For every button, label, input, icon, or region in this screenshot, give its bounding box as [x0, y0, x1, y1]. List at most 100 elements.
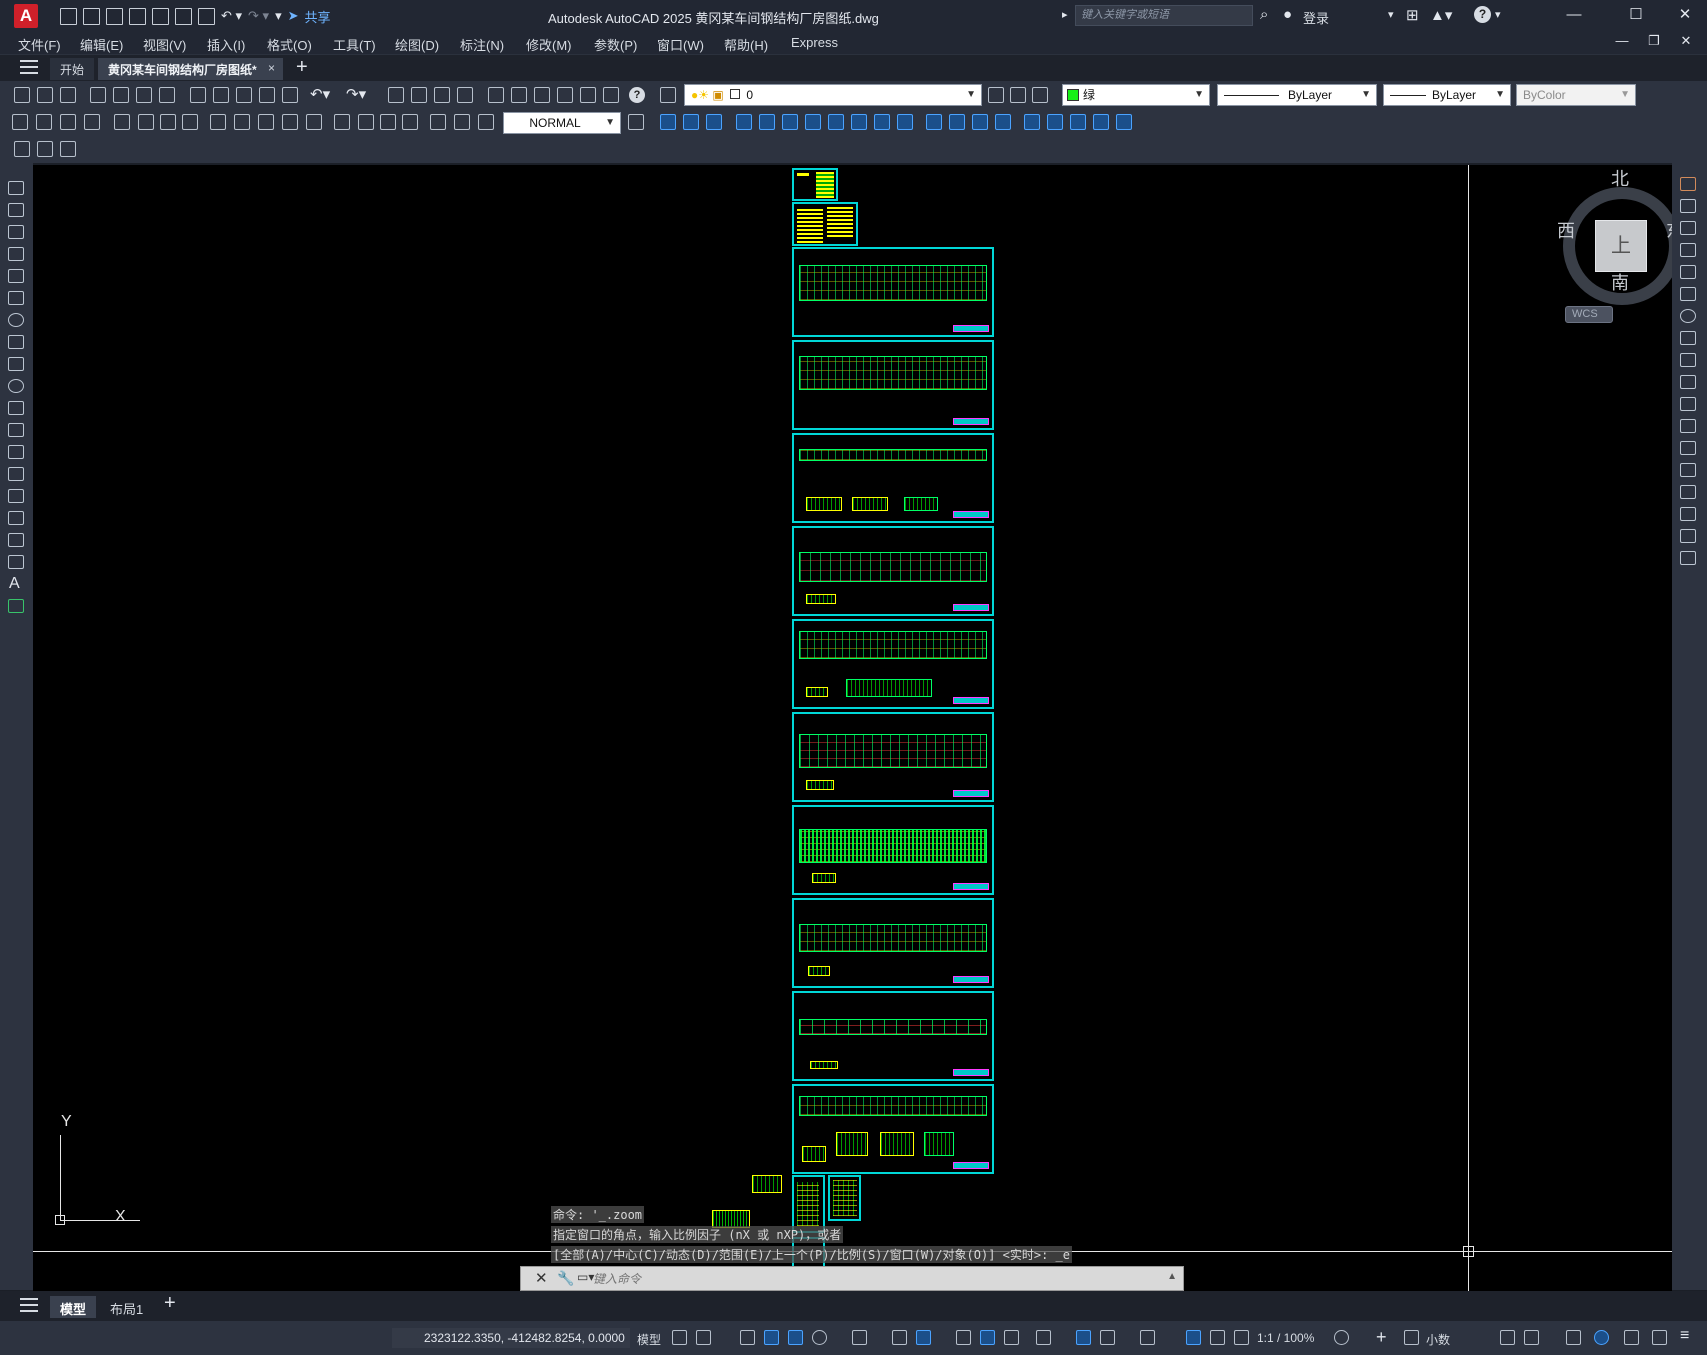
search-expand-icon[interactable]: ▸ — [1062, 8, 1068, 21]
menu-dimension[interactable]: 标注(N) — [460, 35, 504, 54]
polyline-icon[interactable] — [8, 225, 24, 239]
dimension-style-icon[interactable] — [628, 114, 644, 130]
quick-dimension-icon[interactable] — [210, 114, 226, 130]
grid-icon[interactable] — [672, 1330, 687, 1345]
tab-start[interactable]: 开始 — [50, 58, 95, 80]
linear-dimension-icon[interactable] — [12, 114, 28, 130]
erase-icon[interactable] — [1680, 177, 1696, 191]
multiline-text-icon[interactable]: A — [9, 575, 20, 593]
close-window-button[interactable]: ✕ — [1675, 6, 1695, 24]
stretch-icon[interactable] — [1680, 353, 1696, 367]
drawing-sheet[interactable] — [792, 433, 994, 523]
infer-constraints-icon[interactable] — [740, 1330, 755, 1345]
break-icon[interactable] — [1680, 441, 1696, 455]
color-dropdown[interactable]: 绿 ▼ — [1062, 84, 1210, 106]
trim-icon[interactable] — [1680, 375, 1696, 389]
fillet-icon[interactable] — [1093, 114, 1109, 130]
drawing-sheet[interactable] — [792, 991, 994, 1081]
redo-icon[interactable]: ↷ ▾ — [248, 8, 269, 24]
array-icon[interactable] — [1680, 265, 1696, 279]
rotate-icon[interactable] — [897, 114, 913, 130]
paste-icon[interactable] — [236, 87, 252, 103]
clean-screen-icon[interactable] — [1624, 1330, 1639, 1345]
point-icon[interactable] — [8, 467, 24, 481]
3d-osnap-icon[interactable] — [1036, 1330, 1051, 1345]
radius-icon[interactable] — [114, 114, 130, 130]
construction-line-icon[interactable] — [8, 203, 24, 217]
array-icon[interactable] — [874, 114, 890, 130]
viewcube-top-face[interactable]: 上 — [1595, 220, 1647, 272]
layer-walk-icon[interactable] — [60, 141, 76, 157]
menu-view[interactable]: 视图(V) — [143, 35, 186, 54]
save-icon[interactable] — [60, 87, 76, 103]
close-tab-icon[interactable]: × — [268, 61, 275, 75]
wcs-menu[interactable]: WCS — [1565, 306, 1613, 323]
lock-ui-icon[interactable] — [1524, 1330, 1539, 1345]
mirror-icon[interactable] — [1680, 221, 1696, 235]
workspace-gear-icon[interactable] — [1334, 1330, 1349, 1345]
new-layout-button[interactable]: + — [164, 1292, 176, 1315]
open-icon[interactable] — [83, 7, 100, 25]
layout-menu-icon[interactable] — [20, 1298, 38, 1312]
zoom-window-icon[interactable] — [434, 87, 450, 103]
chevron-up-icon[interactable]: ▲ — [1167, 1271, 1177, 1282]
minimize-button[interactable]: — — [1564, 6, 1584, 24]
fullscreen-icon[interactable] — [1652, 1330, 1667, 1345]
jogged-icon[interactable] — [138, 114, 154, 130]
detail-sheet[interactable] — [792, 1175, 825, 1233]
compass-north[interactable]: 北 — [1611, 165, 1629, 191]
menu-format[interactable]: 格式(O) — [267, 35, 312, 54]
notes-sheet[interactable] — [792, 202, 858, 246]
autocad-logo-icon[interactable]: A — [14, 4, 38, 28]
insert-block-icon[interactable] — [8, 423, 24, 437]
redo-icon[interactable]: ↷▾ — [346, 85, 366, 103]
drawing-canvas[interactable]: 上 北 南 西 东 WCS Y X — [33, 165, 1672, 1291]
break-at-point-icon[interactable] — [1680, 419, 1696, 433]
wrench-icon[interactable]: 🔧 — [557, 1270, 574, 1287]
center-mark-icon[interactable] — [358, 114, 374, 130]
drawing-sheet[interactable] — [792, 247, 994, 337]
tab-model[interactable]: 模型 — [50, 1296, 97, 1318]
menu-icon[interactable] — [20, 60, 38, 74]
layer-previous-icon[interactable] — [1010, 87, 1026, 103]
drawing-sheet[interactable] — [792, 712, 994, 802]
save-icon[interactable] — [106, 7, 123, 25]
compass-south[interactable]: 南 — [1611, 269, 1629, 295]
make-current-layer-icon[interactable] — [988, 87, 1004, 103]
cart-icon[interactable]: ⊞ — [1406, 6, 1419, 24]
menu-tools[interactable]: 工具(T) — [333, 35, 376, 54]
snap-icon[interactable] — [696, 1330, 711, 1345]
customization-menu-icon[interactable]: ≡ — [1680, 1327, 1689, 1345]
gradient-icon[interactable] — [8, 511, 24, 525]
plotstyle-dropdown[interactable]: ByColor ▼ — [1516, 84, 1636, 106]
menu-window[interactable]: 窗口(W) — [657, 35, 704, 54]
share-button[interactable]: 共享 — [305, 7, 331, 26]
help-icon[interactable]: ? — [1474, 6, 1491, 23]
inspection-icon[interactable] — [380, 114, 396, 130]
break-icon[interactable] — [306, 114, 322, 130]
new-icon[interactable] — [60, 7, 77, 25]
pan-icon[interactable] — [388, 87, 404, 103]
annotation-monitor-icon[interactable]: + — [1376, 1327, 1387, 1348]
rotate-icon[interactable] — [1680, 309, 1696, 323]
add-selected-icon[interactable] — [8, 599, 24, 613]
circle-icon[interactable] — [8, 313, 24, 327]
join-icon[interactable] — [1047, 114, 1063, 130]
lineweight-dropdown[interactable]: ByLayer ▼ — [1383, 84, 1511, 106]
angular-icon[interactable] — [182, 114, 198, 130]
object-snap-icon[interactable] — [916, 1330, 931, 1345]
selection-filter-icon[interactable] — [1100, 1330, 1115, 1345]
continue-icon[interactable] — [258, 114, 274, 130]
units-dropdown[interactable]: 小数 — [1426, 1331, 1450, 1348]
help-dropdown-icon[interactable]: ▾ — [1495, 8, 1501, 21]
polygon-icon[interactable] — [8, 247, 24, 261]
units-icon[interactable] — [1404, 1330, 1419, 1345]
copy-icon[interactable] — [213, 87, 229, 103]
dimension-style-dropdown[interactable]: NORMAL ▼ — [503, 112, 621, 134]
graphics-performance-icon[interactable] — [1594, 1330, 1609, 1345]
open-web-icon[interactable] — [152, 7, 169, 25]
arc-length-icon[interactable] — [60, 114, 76, 130]
compass-west[interactable]: 西 — [1557, 217, 1575, 243]
object-snap-tracking-icon[interactable] — [892, 1330, 907, 1345]
spline-icon[interactable] — [8, 357, 24, 371]
